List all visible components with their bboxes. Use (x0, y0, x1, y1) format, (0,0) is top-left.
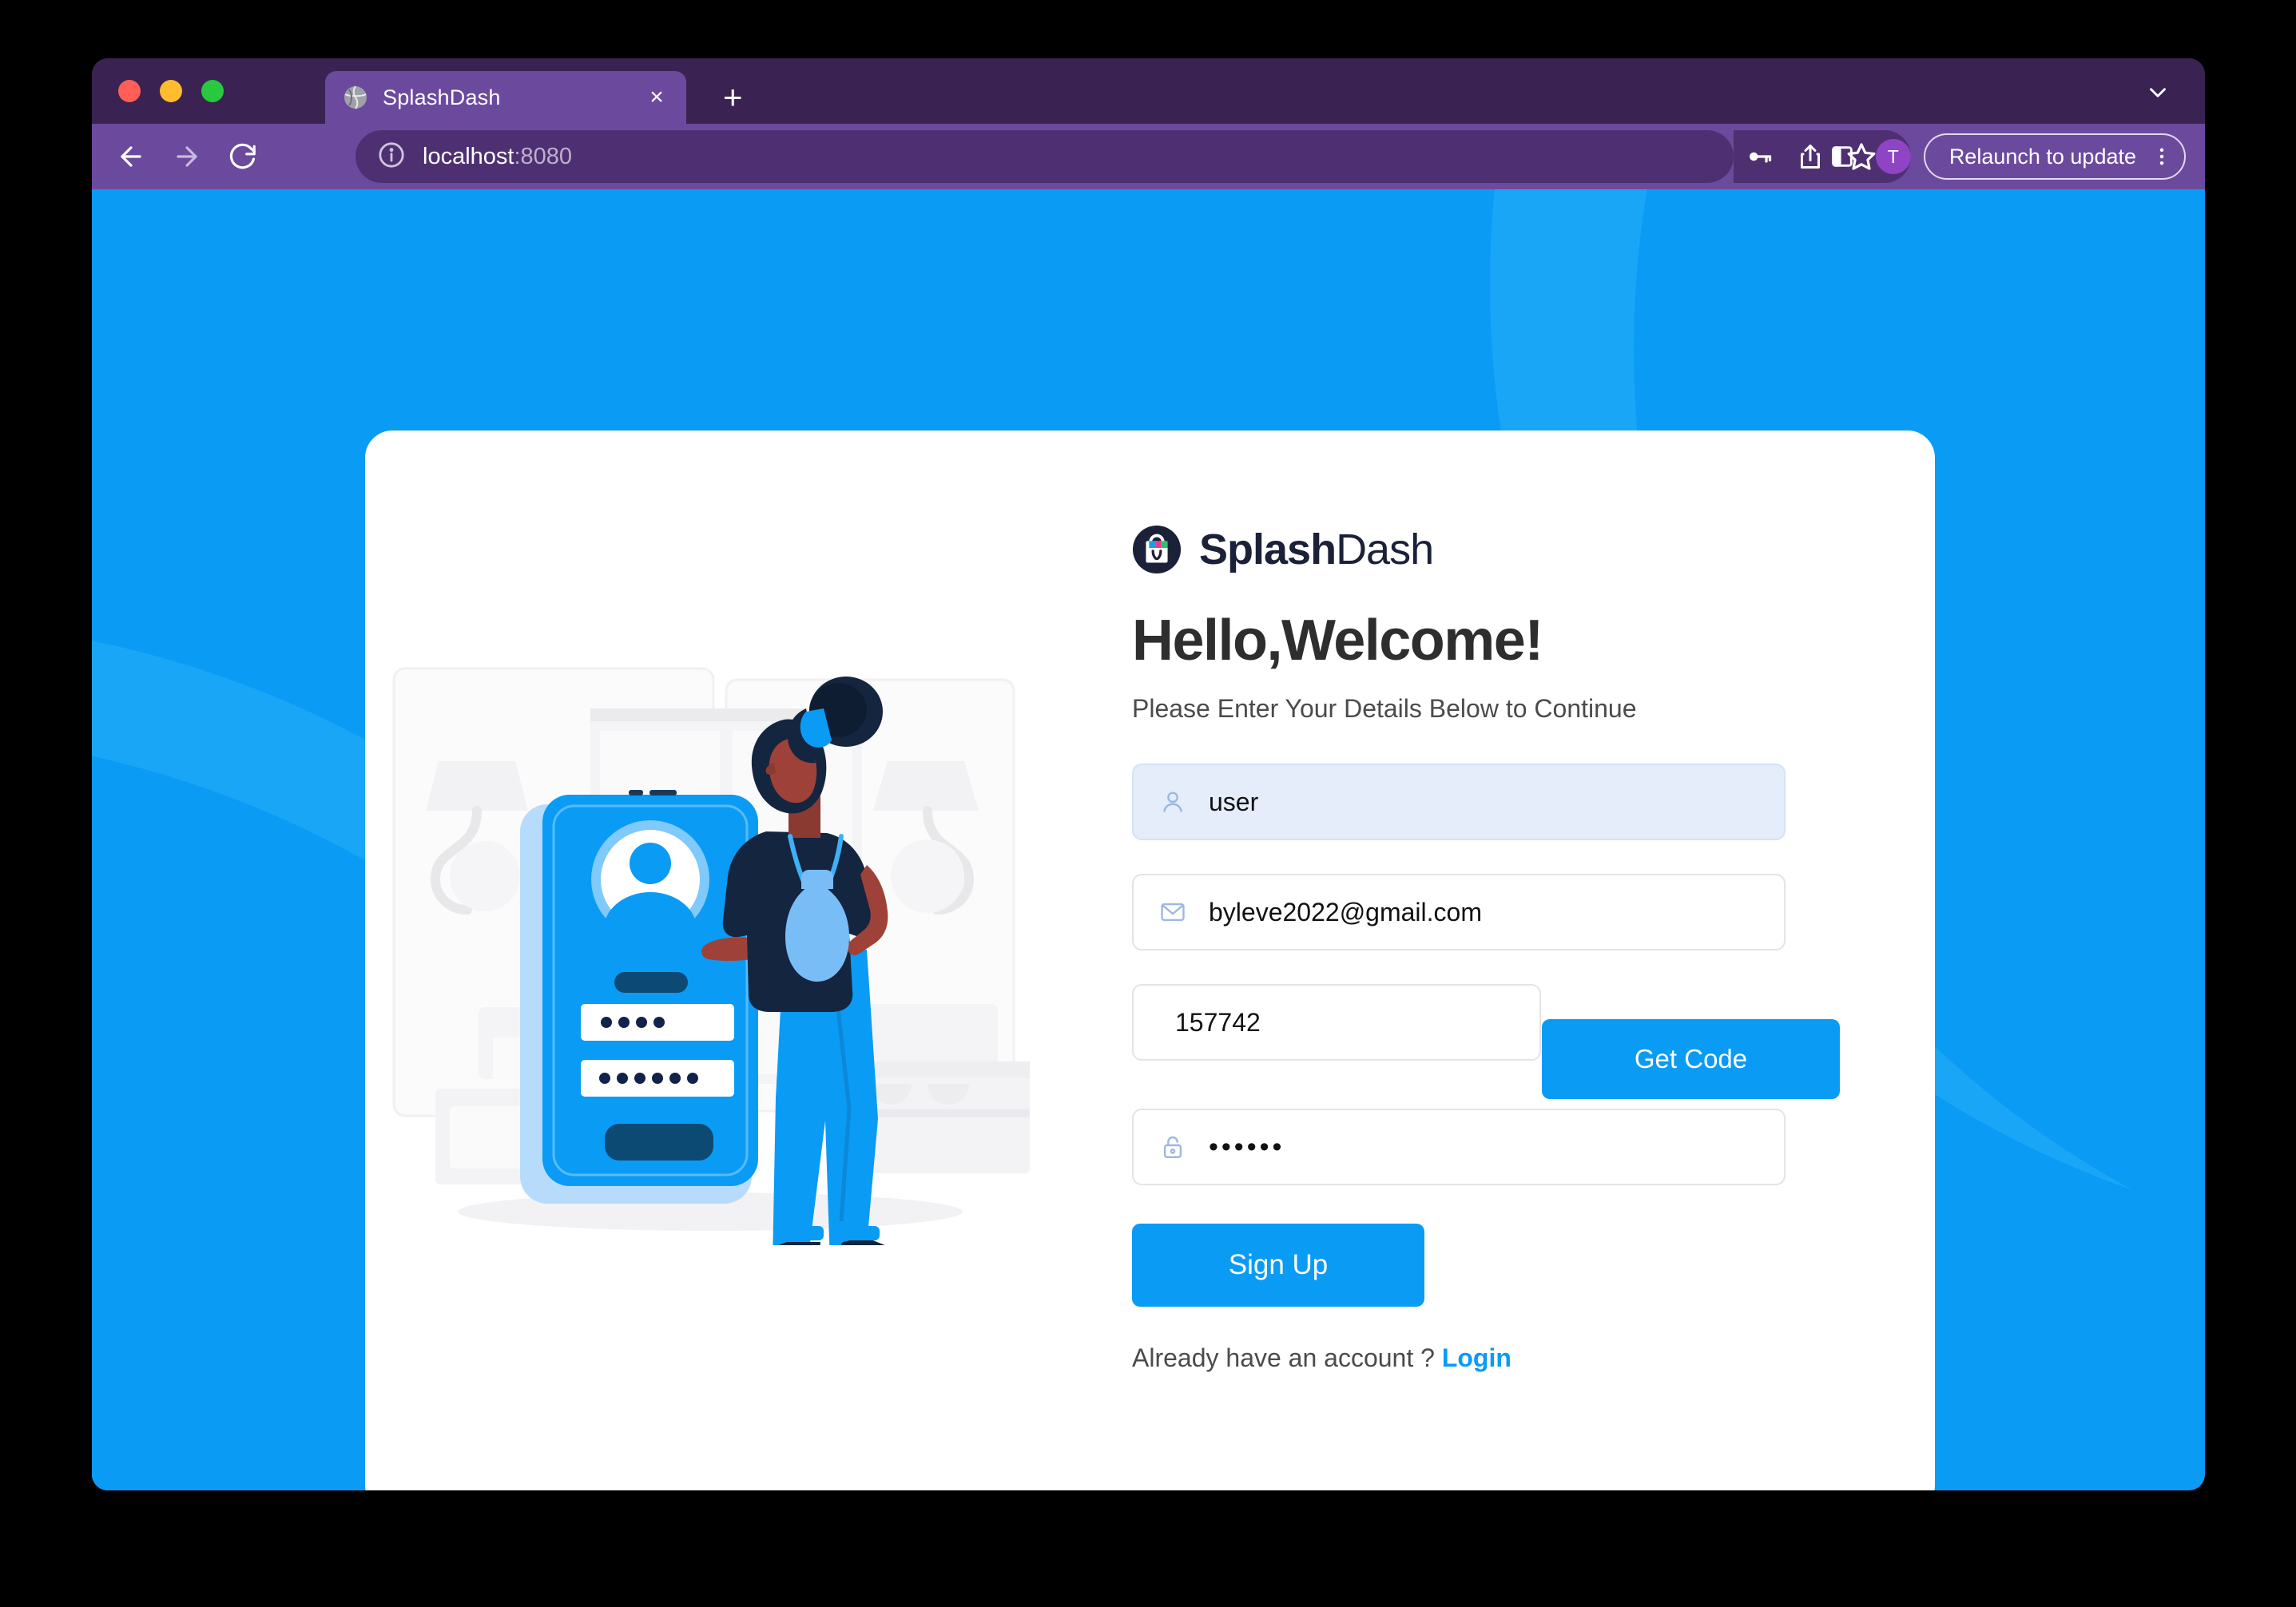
side-panel-icon[interactable] (1817, 131, 1868, 182)
login-prompt-text: Already have an account ? (1132, 1343, 1435, 1372)
signup-form-pane: SplashDash Hello,Welcome! Please Enter Y… (1132, 431, 1935, 1490)
browser-window: SplashDash × + localhost:8080 T Relaunch… (92, 58, 2205, 1490)
brand-name: SplashDash (1199, 525, 1434, 574)
url-host: localhost (423, 143, 514, 169)
verification-code-value: 157742 (1175, 1007, 1261, 1037)
profile-avatar[interactable]: T (1875, 139, 1911, 174)
lock-icon (1158, 1132, 1188, 1162)
login-prompt: Already have an account ? Login (1132, 1343, 1935, 1373)
browser-toolbar: localhost:8080 T Relaunch to update (92, 124, 2205, 189)
globe-icon (344, 85, 367, 109)
url-port: :8080 (514, 143, 573, 169)
username-input[interactable]: user (1132, 764, 1786, 840)
illustration-pane (365, 431, 1132, 1490)
browser-tab-title: SplashDash (383, 85, 501, 109)
tab-strip: SplashDash × + (92, 58, 2205, 124)
reload-button[interactable] (221, 135, 264, 178)
kebab-menu-icon[interactable] (2151, 145, 2173, 168)
chevron-down-icon[interactable] (2144, 79, 2171, 110)
woman-with-phone-login-illustration (392, 667, 1030, 1245)
address-bar-url: localhost:8080 (423, 144, 572, 170)
user-icon (1158, 787, 1188, 817)
page-subtitle: Please Enter Your Details Below to Conti… (1132, 694, 1637, 723)
password-value: •••••• (1209, 1131, 1285, 1162)
sign-up-button[interactable]: Sign Up (1132, 1224, 1424, 1307)
window-traffic-lights (118, 80, 224, 102)
window-minimize-button[interactable] (160, 80, 182, 102)
relaunch-label: Relaunch to update (1948, 144, 2136, 169)
info-circle-icon[interactable] (378, 141, 405, 173)
brand-logo: SplashDash (1132, 525, 1935, 574)
verification-code-row: 157742 Get Code (1132, 984, 1935, 1099)
shopping-bag-logo-icon (1132, 525, 1182, 574)
back-button[interactable] (109, 135, 153, 178)
address-bar[interactable]: localhost:8080 (356, 130, 1734, 183)
page-viewport: SplashDash Hello,Welcome! Please Enter Y… (92, 189, 2205, 1490)
window-maximize-button[interactable] (201, 80, 224, 102)
brand-name-light: Dash (1336, 526, 1434, 573)
tab-close-icon[interactable]: × (645, 85, 669, 109)
email-input[interactable]: byleve2022@gmail.com (1132, 874, 1786, 950)
signup-card: SplashDash Hello,Welcome! Please Enter Y… (365, 431, 1935, 1490)
new-tab-button[interactable]: + (723, 81, 743, 114)
window-close-button[interactable] (118, 80, 141, 102)
browser-tab-splashdash[interactable]: SplashDash × (325, 71, 686, 124)
page-title: Hello,Welcome! (1132, 609, 1543, 673)
relaunch-to-update-button[interactable]: Relaunch to update (1923, 133, 2186, 180)
username-value: user (1209, 787, 1259, 816)
login-link[interactable]: Login (1442, 1343, 1511, 1372)
password-input[interactable]: •••••• (1132, 1109, 1786, 1185)
verification-code-input[interactable]: 157742 (1132, 984, 1541, 1061)
forward-button[interactable] (165, 135, 209, 178)
mail-icon (1158, 897, 1188, 927)
key-icon[interactable] (1734, 131, 1785, 182)
toolbar-right-group: T Relaunch to update (1817, 124, 2186, 189)
email-value: byleve2022@gmail.com (1209, 897, 1482, 927)
get-code-button[interactable]: Get Code (1542, 1019, 1840, 1099)
brand-name-strong: Splash (1199, 526, 1337, 573)
